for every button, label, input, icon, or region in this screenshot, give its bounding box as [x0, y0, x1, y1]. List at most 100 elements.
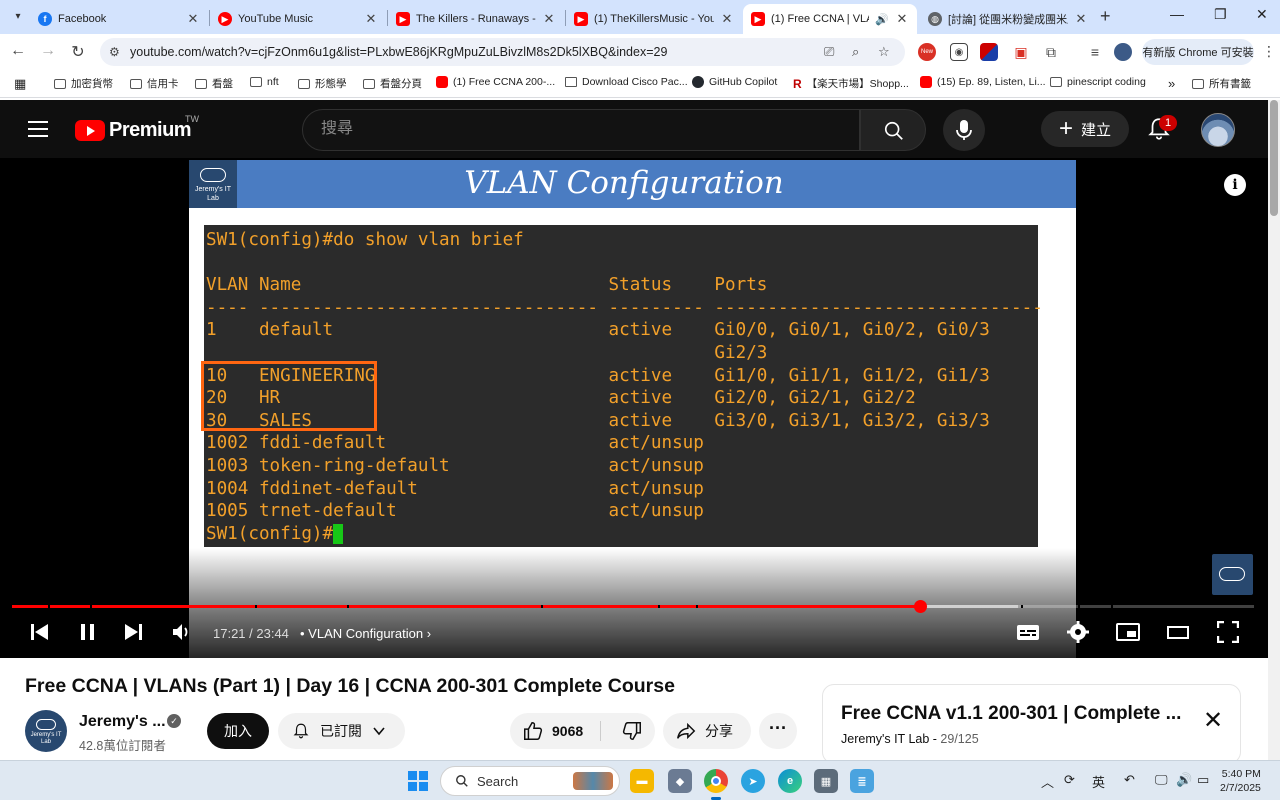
channel-avatar[interactable]: Jeremy's IT Lab [25, 710, 67, 752]
new-tab-button[interactable]: + [1100, 6, 1111, 27]
chrome-update-button[interactable]: 有新版 Chrome 可安裝 [1142, 39, 1254, 65]
youtube-premium-logo[interactable]: Premium TW [75, 114, 199, 142]
extension-red-icon[interactable]: ▣ [1012, 43, 1030, 61]
extensions-puzzle-icon[interactable]: ⧉ [1042, 43, 1060, 61]
search-box[interactable] [302, 109, 860, 151]
bookmark-folder[interactable]: 加密貨幣 [54, 76, 113, 91]
close-playlist-icon[interactable]: ✕ [1203, 709, 1223, 733]
bookmark-folder[interactable]: pinescript coding [1050, 76, 1146, 88]
search-button[interactable] [860, 109, 926, 151]
ime-mode-icon[interactable]: ↶ [1124, 772, 1135, 788]
channel-name[interactable]: Jeremy's ... [79, 713, 166, 731]
share-button[interactable]: 分享 [663, 713, 751, 749]
close-window-button[interactable]: ✕ [1256, 6, 1268, 23]
sync-icon[interactable]: ⟳ [1064, 772, 1075, 788]
tab-thekillersmusic[interactable]: ▶ (1) TheKillersMusic - YouTu ✕ [566, 4, 742, 34]
speaker-icon[interactable]: 🔊 [1176, 772, 1192, 788]
volume-icon[interactable] [171, 621, 193, 643]
chapter-button[interactable]: • VLAN Configuration › [300, 626, 431, 641]
network-icon[interactable]: 🖵 [1155, 772, 1168, 788]
cast-icon[interactable]: ⎚ [824, 44, 834, 60]
bookmark-folder[interactable]: 看盤分頁 [363, 76, 422, 91]
apps-grid-icon[interactable]: ▦ [14, 76, 26, 92]
all-bookmarks-folder[interactable]: 所有書籤 [1192, 76, 1251, 91]
page-scrollbar[interactable] [1268, 100, 1280, 760]
fullscreen-icon[interactable] [1217, 621, 1239, 643]
like-button[interactable]: 9068 [510, 713, 600, 749]
captions-icon[interactable] [1016, 621, 1040, 643]
close-icon[interactable]: ✕ [186, 11, 200, 27]
address-bar[interactable]: ⚙ youtube.com/watch?v=cjFzOnm6u1g&list=P… [100, 38, 905, 66]
back-button[interactable]: ← [8, 42, 28, 60]
file-explorer-icon[interactable]: ▬ [630, 769, 654, 793]
bookmark-link[interactable]: (15) Ep. 89, Listen, Li... [920, 76, 1046, 88]
url-text[interactable]: youtube.com/watch?v=cjFzOnm6u1g&list=PLx… [130, 45, 667, 59]
info-icon[interactable]: i [1224, 174, 1246, 196]
extension-copilot-icon[interactable]: ◉ [950, 43, 968, 61]
minimize-button[interactable]: — [1170, 6, 1184, 22]
tab-the-killers-runaways[interactable]: ▶ The Killers - Runaways - Yo ✕ [388, 4, 564, 34]
account-avatar[interactable] [1201, 113, 1235, 147]
reading-list-icon[interactable]: ≡ [1086, 43, 1104, 61]
bookmark-link[interactable]: Download Cisco Pac... [565, 76, 688, 88]
tab-forum-discussion[interactable]: ◍ [討論] 從團米粉變成團米局 ✕ [920, 4, 1096, 34]
progress-bar[interactable] [12, 600, 1254, 613]
close-icon[interactable]: ✕ [895, 11, 909, 27]
telegram-icon[interactable]: ➤ [741, 769, 765, 793]
battery-icon[interactable]: ▭ [1197, 772, 1209, 788]
menu-icon[interactable] [28, 121, 48, 137]
tab-free-ccna-vlans[interactable]: ▶ (1) Free CCNA | VLANs 🔊 ✕ [743, 4, 917, 34]
forward-button[interactable]: → [38, 42, 58, 60]
tab-facebook[interactable]: f Facebook ✕ [30, 4, 208, 34]
more-actions-button[interactable]: ··· [759, 713, 797, 749]
tab-search-chevron-icon[interactable]: ▾ [8, 6, 28, 26]
next-icon[interactable] [123, 621, 143, 643]
pause-icon[interactable] [78, 621, 98, 643]
join-button[interactable]: 加入 [207, 713, 269, 749]
notepad-icon[interactable]: ≣ [850, 769, 874, 793]
windows-start-icon[interactable] [408, 771, 428, 791]
bookmark-folder[interactable]: nft [250, 76, 279, 88]
subscribed-button[interactable]: 已訂閱 [278, 713, 405, 749]
dislike-button[interactable] [608, 713, 655, 749]
progress-scrubber[interactable] [913, 600, 927, 613]
video-player[interactable]: Jeremy's IT Lab VLAN Configuration SW1(c… [0, 158, 1268, 658]
extension-flag-icon[interactable] [980, 43, 998, 61]
reload-button[interactable]: ↻ [68, 42, 88, 62]
taskbar-clock[interactable]: 5:40 PM 2/7/2025 [1220, 767, 1261, 795]
theater-mode-icon[interactable] [1167, 621, 1189, 643]
profile-avatar[interactable] [1114, 43, 1132, 61]
speaker-icon[interactable]: 🔊 [875, 13, 889, 26]
playlist-channel-link[interactable]: Jeremy's IT Lab [841, 732, 929, 746]
bookmark-star-icon[interactable]: ☆ [878, 44, 890, 60]
site-info-icon[interactable]: ⚙ [109, 45, 120, 59]
ime-indicator[interactable]: 英 [1092, 772, 1105, 791]
bookmark-folder[interactable]: 信用卡 [130, 76, 179, 91]
close-icon[interactable]: ✕ [542, 11, 556, 27]
chrome-icon[interactable] [704, 769, 728, 793]
channel-watermark[interactable] [1212, 554, 1253, 595]
bookmark-folder[interactable]: 形態學 [298, 76, 347, 91]
extension-new-icon[interactable]: New [918, 43, 936, 61]
voice-search-button[interactable] [943, 109, 985, 151]
bookmark-link[interactable]: R 【楽天市場】Shopp... [793, 76, 909, 91]
zoom-icon[interactable]: ⌕ [852, 44, 859, 60]
scrollbar-thumb[interactable] [1270, 100, 1278, 216]
bookmark-link[interactable]: GitHub Copilot [692, 76, 777, 88]
close-icon[interactable]: ✕ [1074, 11, 1088, 27]
search-input[interactable] [321, 120, 841, 138]
playlist-title[interactable]: Free CCNA v1.1 200-301 | Complete ... [841, 703, 1191, 725]
close-icon[interactable]: ✕ [720, 11, 734, 27]
chrome-menu-icon[interactable]: ⋮ [1262, 43, 1276, 60]
calculator-icon[interactable]: ▦ [814, 769, 838, 793]
close-icon[interactable]: ✕ [364, 11, 378, 27]
edge-icon[interactable]: e [778, 769, 802, 793]
settings-gear-icon[interactable] [1067, 621, 1089, 643]
tab-youtube-music[interactable]: ▶ YouTube Music ✕ [210, 4, 386, 34]
previous-icon[interactable] [30, 621, 50, 643]
tray-overflow-icon[interactable]: ︿ [1041, 772, 1054, 791]
bookmark-link[interactable]: (1) Free CCNA 200-... [436, 76, 555, 88]
miniplayer-icon[interactable] [1116, 621, 1140, 643]
create-button[interactable]: + 建立 [1041, 111, 1129, 147]
restore-button[interactable]: ❐ [1214, 6, 1227, 23]
